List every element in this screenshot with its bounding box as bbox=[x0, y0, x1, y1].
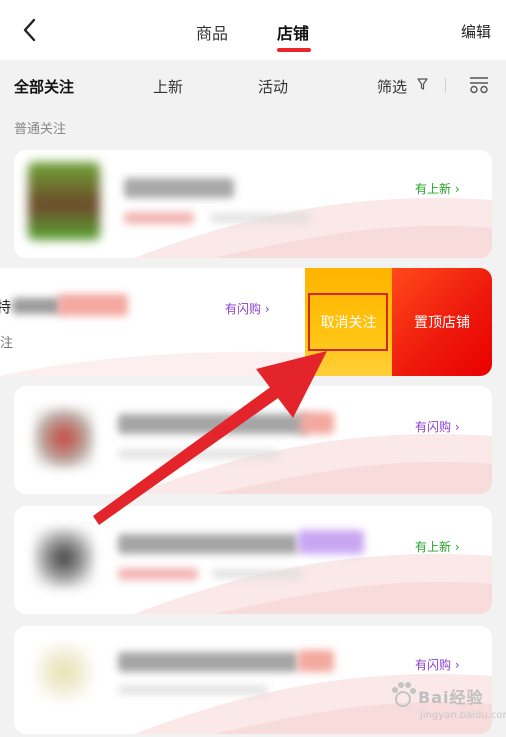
store-tag bbox=[124, 212, 194, 224]
back-button[interactable] bbox=[18, 16, 44, 44]
divider bbox=[445, 78, 446, 93]
store-title-fragment: 特 bbox=[0, 298, 12, 316]
flash-sale-badge[interactable]: 有闪购 › bbox=[415, 656, 460, 673]
store-card[interactable]: 有上新 › bbox=[14, 506, 492, 614]
active-tab-indicator bbox=[277, 48, 311, 52]
store-tag bbox=[300, 412, 334, 434]
filter-button[interactable]: 筛选 bbox=[377, 76, 407, 97]
top-bar: 商品 店铺 编辑 bbox=[0, 0, 506, 60]
store-tag bbox=[58, 294, 128, 316]
watermark-text: Bai经验 bbox=[418, 688, 484, 707]
filter-tab-all-follows[interactable]: 全部关注 bbox=[14, 76, 74, 97]
funnel-icon[interactable] bbox=[417, 78, 428, 90]
store-logo bbox=[34, 642, 94, 702]
section-label-regular-follows: 普通关注 bbox=[14, 122, 67, 137]
watermark-url: jingyan.baidu.com bbox=[420, 710, 506, 721]
store-meta bbox=[118, 450, 278, 458]
store-logo bbox=[28, 162, 100, 240]
new-arrivals-badge[interactable]: 有上新 › bbox=[415, 180, 460, 197]
store-subtitle-fragment: 注 bbox=[0, 336, 14, 351]
store-card[interactable]: 有上新 › bbox=[14, 150, 492, 258]
filter-bar: 全部关注 上新 活动 筛选 bbox=[0, 60, 506, 112]
store-tag bbox=[118, 568, 198, 580]
swiped-store-card[interactable]: 特 注 有闪购 › 取消关注 置顶店铺 bbox=[0, 268, 492, 376]
store-logo bbox=[34, 408, 94, 468]
flash-sale-badge[interactable]: 有闪购 › bbox=[225, 300, 270, 317]
edit-button[interactable]: 编辑 bbox=[461, 21, 491, 42]
store-name bbox=[12, 298, 62, 314]
unfollow-button[interactable]: 取消关注 bbox=[305, 268, 392, 376]
flash-sale-badge[interactable]: 有闪购 › bbox=[415, 418, 460, 435]
store-name bbox=[118, 414, 308, 434]
store-tag bbox=[298, 650, 334, 672]
new-arrivals-badge[interactable]: 有上新 › bbox=[415, 538, 460, 555]
tab-products[interactable]: 商品 bbox=[196, 20, 228, 44]
store-card[interactable]: 有闪购 › bbox=[14, 386, 492, 494]
chevron-left-icon bbox=[23, 18, 36, 42]
layout-switch-icon[interactable] bbox=[468, 75, 490, 95]
store-logo bbox=[34, 528, 94, 588]
store-name bbox=[118, 534, 298, 554]
store-tag bbox=[298, 530, 364, 554]
baidu-paw-watermark-icon bbox=[392, 682, 416, 707]
store-meta bbox=[210, 214, 310, 222]
store-name bbox=[124, 178, 234, 198]
store-meta bbox=[212, 570, 302, 578]
card-wave-decoration bbox=[0, 351, 310, 376]
tab-stores[interactable]: 店铺 bbox=[277, 20, 309, 44]
store-meta bbox=[118, 686, 268, 694]
store-name bbox=[118, 652, 298, 672]
filter-tab-new-arrivals[interactable]: 上新 bbox=[153, 76, 183, 97]
filter-tab-activities[interactable]: 活动 bbox=[258, 76, 288, 97]
pin-store-button[interactable]: 置顶店铺 bbox=[392, 268, 492, 376]
